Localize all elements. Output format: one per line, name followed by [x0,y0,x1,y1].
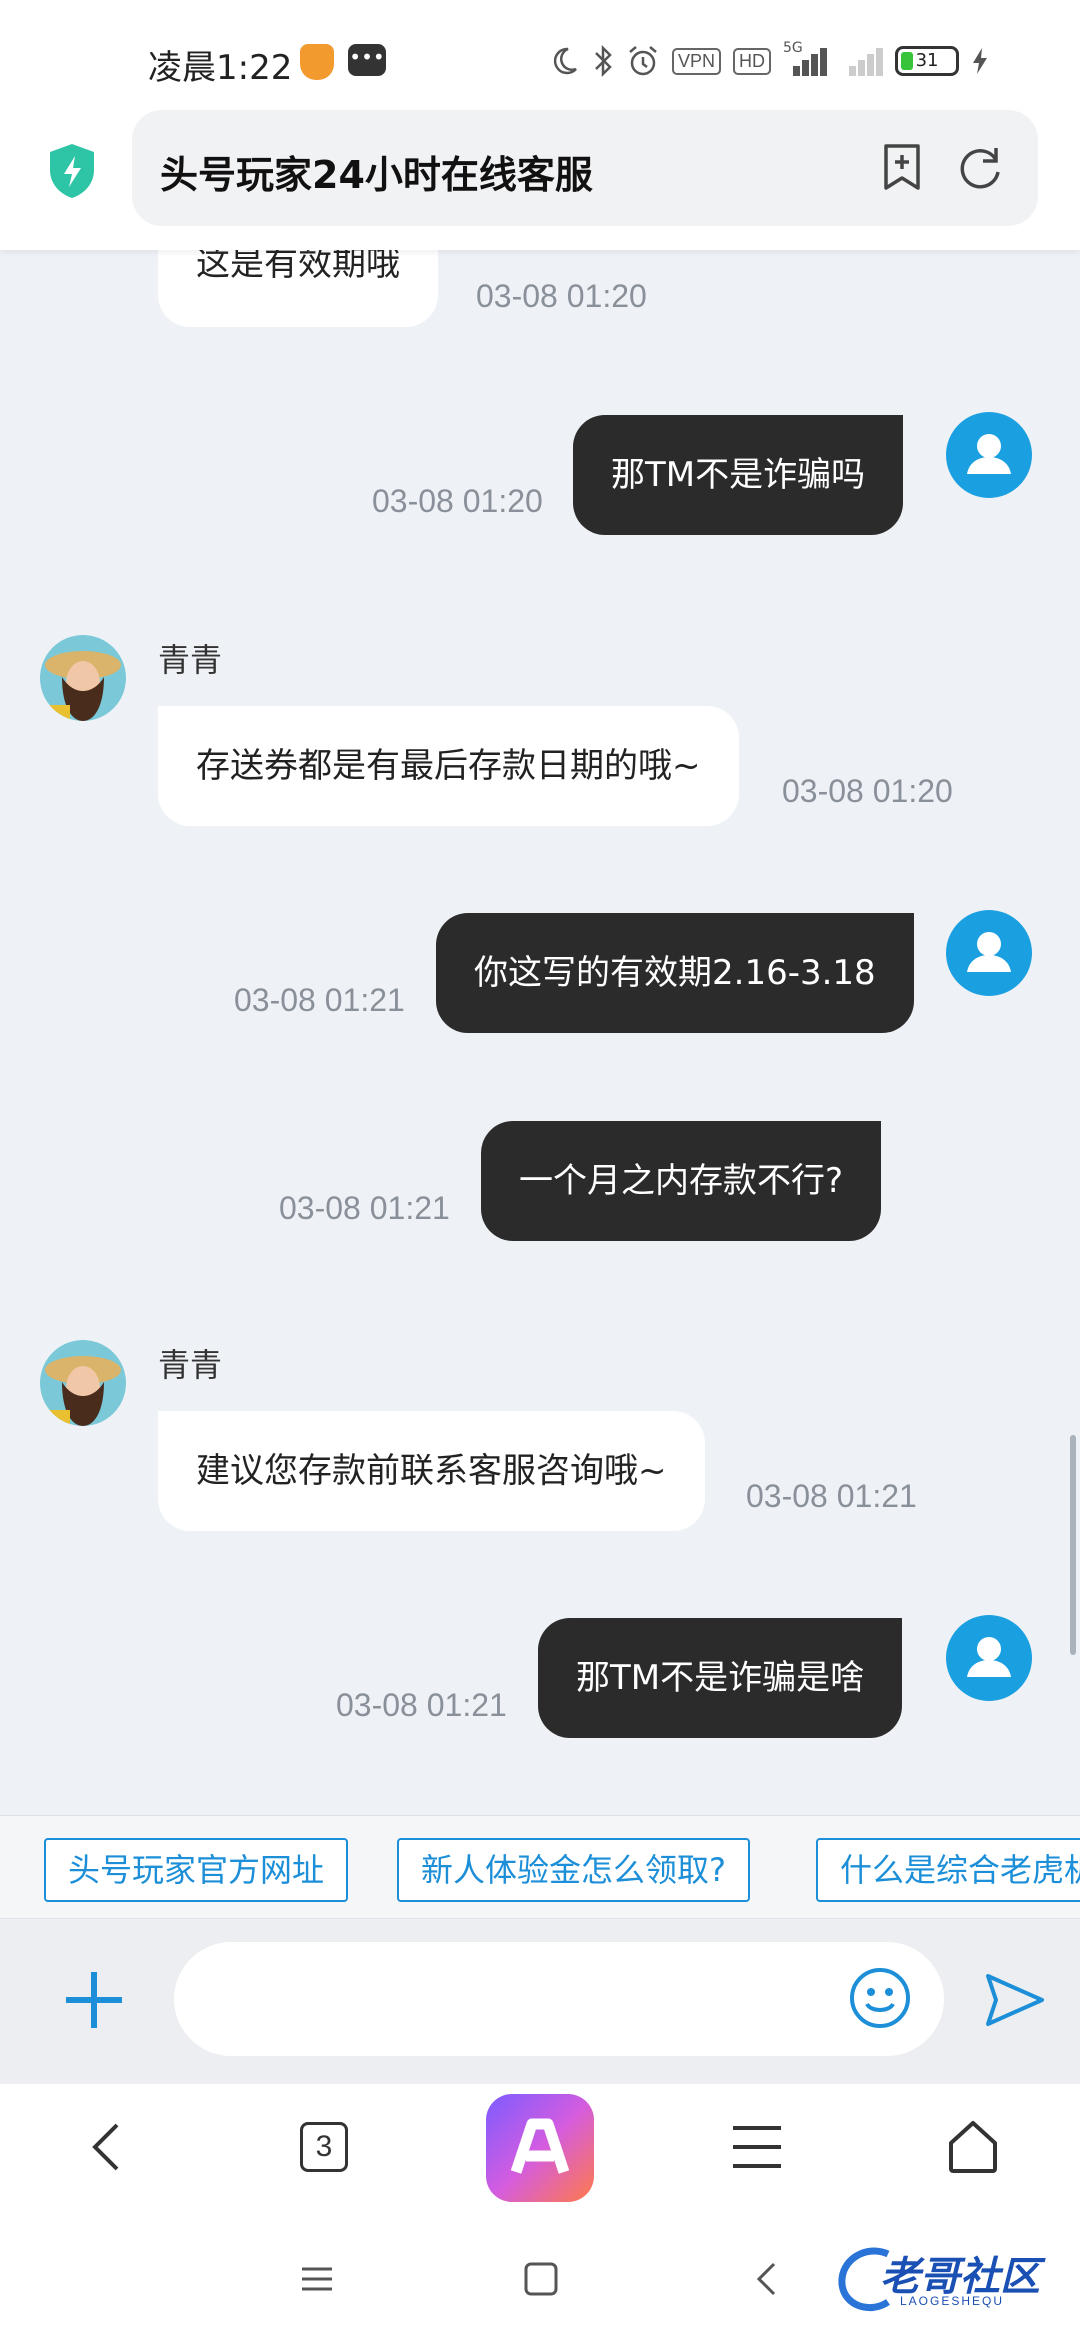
battery-level: 31 [915,50,939,71]
plus-icon[interactable] [62,1968,126,2032]
message-text: 这是有效期哦 [196,250,400,284]
message-text: 一个月之内存款不行? [519,1161,844,1201]
menu-icon [733,2126,781,2168]
message-text: 存送券都是有最后存款日期的哦~ [196,746,701,786]
quick-reply-chip[interactable]: 头号玩家官方网址 [44,1838,349,1902]
message-text: 那TM不是诈骗吗 [611,455,866,495]
quick-reply-chip[interactable]: 新人体验金怎么领取? [397,1838,750,1902]
message-time: 03-08 01:21 [279,1190,450,1226]
browser-app-logo[interactable] [486,2094,594,2202]
chat-scrollbar[interactable] [1070,1435,1076,1655]
sender-name: 青青 [158,641,223,679]
message-input[interactable] [174,1942,944,2056]
tab-count: 3 [300,2122,348,2172]
home-button[interactable] [928,2102,1018,2192]
agent-avatar[interactable] [40,635,126,721]
quick-reply-chip[interactable]: 什么是综合老虎机 [816,1838,1080,1902]
incoming-message-bubble: 建议您存款前联系客服咨询哦~ [158,1411,705,1531]
message-time: 03-08 01:20 [476,278,647,314]
recent-apps-icon[interactable] [292,2254,342,2304]
outgoing-message-bubble: 那TM不是诈骗吗 [573,415,904,535]
system-status-icons: VPN HD 5G 31 [548,40,989,78]
user-icon [967,1637,1011,1677]
logo-icon [510,2118,570,2174]
status-time: 凌晨1:22 [148,48,293,88]
home-icon [949,2121,997,2173]
agent-photo [40,635,126,721]
user-avatar[interactable] [946,1615,1032,1701]
alarm-icon [629,46,657,76]
outgoing-message-bubble: 你这写的有效期2.16-3.18 [436,913,914,1033]
network-type-label: 5G [783,40,803,56]
outgoing-message-bubble: 那TM不是诈骗是啥 [538,1618,903,1738]
system-home-icon[interactable] [516,2254,566,2304]
signal-icon: 5G [783,40,828,76]
quick-reply-bar[interactable]: 头号玩家官方网址 新人体验金怎么领取? 什么是综合老虎机 [0,1815,1080,1919]
moon-icon [553,47,577,75]
watermark-subtext: LAOGESHEQU [900,2294,1005,2308]
chevron-left-icon [92,2123,119,2171]
message-time: 03-08 01:20 [372,483,543,519]
user-avatar[interactable] [946,412,1032,498]
status-bar: 凌晨1:22 ••• VPN HD 5G 31 [0,0,1080,110]
page-title: 头号玩家24小时在线客服 [160,153,593,197]
system-back-icon[interactable] [742,2254,792,2304]
message-time: 03-08 01:21 [746,1478,917,1514]
menu-button[interactable] [712,2102,802,2192]
emoji-icon[interactable] [848,1966,912,2030]
message-time: 03-08 01:20 [782,773,953,809]
add-bookmark-icon[interactable] [878,142,926,192]
vpn-badge: VPN [672,47,722,75]
agent-avatar[interactable] [40,1340,126,1426]
charging-icon [973,48,988,74]
watermark-logo: 老哥社区 LAOGESHEQU [836,2240,1072,2320]
back-button[interactable] [62,2102,152,2192]
security-notification-icon [300,44,334,80]
chat-messages[interactable]: 这是有效期哦 03-08 01:20 03-08 01:20 那TM不是诈骗吗 … [0,250,1080,1815]
outgoing-message-bubble: 一个月之内存款不行? [481,1121,882,1241]
address-box[interactable]: 头号玩家24小时在线客服 [132,110,1038,226]
message-input-bar [0,1920,1080,2084]
shield-icon[interactable] [46,142,98,200]
message-time: 03-08 01:21 [234,982,405,1018]
message-text: 那TM不是诈骗是啥 [576,1658,865,1698]
message-text: 你这写的有效期2.16-3.18 [474,953,876,993]
tabs-button[interactable]: 3 [279,2102,369,2192]
browser-nav-bar: 3 [0,2084,1080,2210]
incoming-message-bubble: 这是有效期哦 [158,250,438,327]
hd-badge: HD [733,47,772,75]
reload-icon[interactable] [954,142,1006,194]
bluetooth-icon [595,44,612,78]
message-text: 建议您存款前联系客服咨询哦~ [196,1451,667,1491]
sender-name: 青青 [158,1346,223,1384]
signal-2-icon [839,46,884,76]
message-notification-icon: ••• [348,44,386,76]
user-icon [967,932,1011,972]
notification-icons: ••• [300,44,386,80]
incoming-message-bubble: 存送券都是有最后存款日期的哦~ [158,706,739,826]
user-icon [967,434,1011,474]
browser-address-bar: 头号玩家24小时在线客服 [0,110,1080,250]
message-time: 03-08 01:21 [336,1687,507,1723]
user-avatar[interactable] [946,910,1032,996]
send-icon[interactable] [982,1968,1046,2032]
agent-photo [40,1340,126,1426]
battery-icon: 31 [895,46,960,76]
system-nav-bar: 老哥社区 LAOGESHEQU [0,2210,1080,2340]
